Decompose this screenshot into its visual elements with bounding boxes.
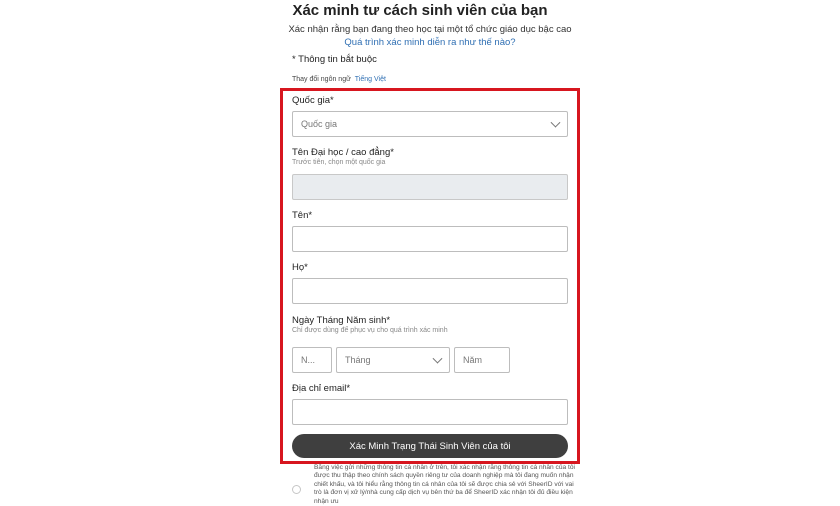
school-label: Tên Đại học / cao đẳng* [292,147,394,158]
verify-student-button[interactable]: Xác Minh Trạng Thái Sinh Viên của tôi [292,434,568,458]
last-name-label: Họ* [292,262,308,273]
language-switcher: Thay đổi ngôn ngữ Tiếng Việt [292,76,386,83]
birth-day-input[interactable]: N... [292,347,332,373]
page-subtitle: Xác nhận rằng bạn đang theo học tại một … [288,24,572,35]
chevron-down-icon [432,353,443,364]
birth-day-placeholder: N... [301,355,316,365]
country-select[interactable]: Quốc gia [292,111,568,137]
birth-year-placeholder: Năm [463,355,483,365]
email-input[interactable] [292,399,568,425]
first-name-label: Tên* [292,210,313,221]
country-placeholder: Quốc gia [301,119,338,129]
birth-month-placeholder: Tháng [345,355,371,365]
language-label: Thay đổi ngôn ngữ [292,76,351,83]
birth-date-hint: Chỉ được dùng để phục vụ cho quá trình x… [292,327,448,334]
first-name-input[interactable] [292,226,568,252]
last-name-input[interactable] [292,278,568,304]
required-note: * Thông tin bắt buộc [292,54,377,65]
birth-month-select[interactable]: Tháng [336,347,450,373]
chevron-down-icon [550,117,561,128]
country-label: Quốc gia* [292,95,334,106]
language-link[interactable]: Tiếng Việt [355,76,386,83]
email-label: Địa chỉ email* [292,383,351,394]
consent-checkbox[interactable] [292,485,301,494]
school-hint: Trước tiên, chọn một quốc gia [292,159,386,166]
process-info-link[interactable]: Quá trình xác minh diễn ra như thế nào? [0,37,840,48]
school-input[interactable] [292,174,568,200]
birth-date-label: Ngày Tháng Năm sinh* [292,315,391,326]
page-title: Xác minh tư cách sinh viên của bạn [292,2,548,19]
birth-year-input[interactable]: Năm [454,347,510,373]
